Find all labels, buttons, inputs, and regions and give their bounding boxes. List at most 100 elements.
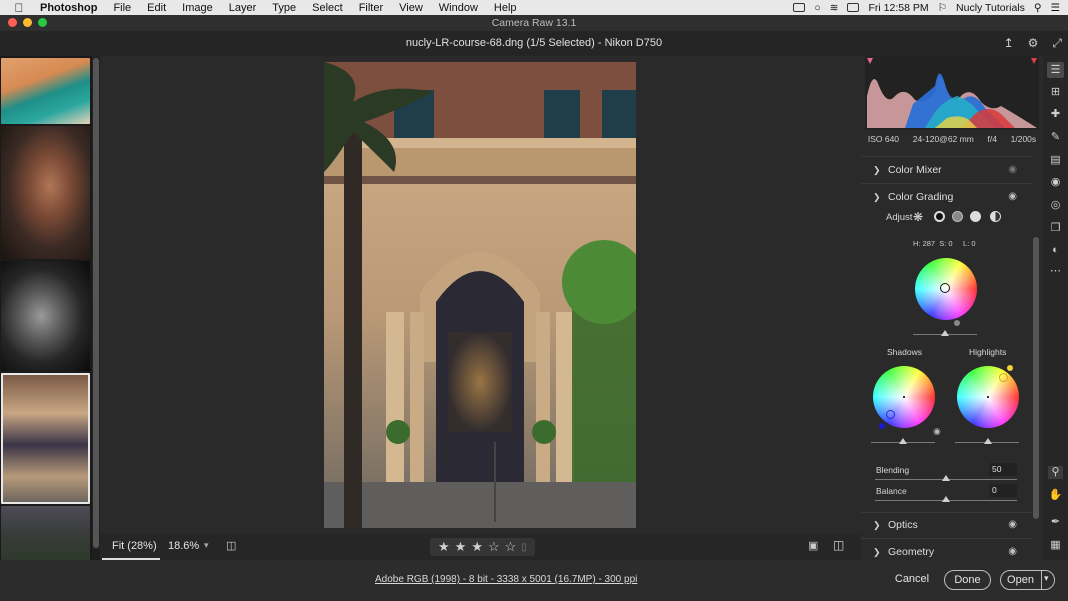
minimize-window-button[interactable] [23, 18, 32, 27]
blending-thumb[interactable] [942, 475, 950, 481]
shadow-clip-warning-icon[interactable] [867, 58, 873, 64]
blending-label: Blending [876, 465, 910, 475]
thumbnail-portrait-bw[interactable] [1, 261, 90, 371]
midtones-wheel-handle[interactable] [940, 283, 950, 293]
highlights-hue-handle[interactable] [1007, 365, 1013, 371]
blending-value-input[interactable]: 50 [989, 463, 1017, 476]
spotlight-search-icon[interactable]: ⚲ [1034, 2, 1042, 14]
zoom-tool-icon[interactable]: ⚲ [1048, 466, 1063, 479]
shadows-color-wheel[interactable] [873, 366, 935, 428]
hand-tool-icon[interactable]: ✋ [1048, 489, 1063, 502]
section-optics[interactable]: ❯ Optics ◉ [861, 514, 1031, 536]
highlights-mode-icon[interactable] [970, 211, 981, 222]
star-rating[interactable]: ★ ★ ★ ☆ ☆ ▯ [430, 538, 535, 556]
clock-text[interactable]: Fri 12:58 PM [868, 2, 928, 14]
save-image-icon[interactable]: ↥ [1004, 31, 1014, 56]
midtones-luminance-thumb[interactable] [941, 330, 949, 336]
workflow-options-link[interactable]: Adobe RGB (1998) - 8 bit - 3338 x 5001 (… [375, 574, 637, 585]
thumbnail-landscape[interactable] [1, 506, 90, 560]
thumbnail-portrait-veil[interactable] [1, 126, 90, 259]
trash-icon[interactable]: ▯ [521, 542, 527, 553]
radial-gradient-icon[interactable]: ◉ [1048, 176, 1063, 189]
settings-gear-icon[interactable]: ⚙ [1028, 31, 1039, 56]
creative-cloud-icon[interactable]: ○ [814, 2, 820, 14]
close-window-button[interactable] [8, 18, 17, 27]
star-4-icon[interactable]: ☆ [488, 539, 500, 555]
menu-layer[interactable]: Layer [229, 2, 257, 14]
chevron-down-icon[interactable]: ▾ [204, 540, 209, 551]
menu-select[interactable]: Select [312, 2, 343, 14]
control-center-icon[interactable]: ☰ [1051, 2, 1060, 14]
shadows-mode-icon[interactable] [934, 211, 945, 222]
fullscreen-icon[interactable]: ⤢ [1052, 31, 1062, 56]
visibility-eye-icon[interactable]: ◉ [1008, 186, 1017, 208]
panel-scrollbar[interactable] [1033, 237, 1039, 519]
open-button-label: Open [1007, 574, 1034, 586]
shadows-wheel-handle[interactable] [886, 410, 895, 419]
visibility-eye-icon[interactable]: ◉ [1008, 541, 1017, 560]
apple-icon[interactable]:  [10, 1, 28, 15]
done-button[interactable]: Done [944, 570, 991, 590]
menu-filter[interactable]: Filter [359, 2, 383, 14]
star-5-icon[interactable]: ☆ [505, 539, 517, 555]
midtones-hue-handle[interactable] [954, 320, 960, 326]
three-way-icon[interactable]: ❋ [913, 210, 923, 224]
star-1-icon[interactable]: ★ [438, 539, 450, 555]
healing-icon[interactable]: ✚ [1048, 108, 1063, 121]
filmstrip-scrollbar[interactable] [92, 56, 100, 550]
screen-record-icon[interactable] [793, 3, 806, 12]
linear-gradient-icon[interactable]: ▤ [1048, 154, 1063, 167]
thumbnail-building-selected[interactable] [1, 373, 90, 504]
zoom-window-button[interactable] [38, 18, 47, 27]
image-canvas[interactable] [100, 56, 861, 534]
highlights-color-wheel[interactable] [957, 366, 1019, 428]
shadows-luminance-thumb[interactable] [899, 438, 907, 444]
highlight-clip-warning-icon[interactable] [1031, 58, 1037, 64]
section-geometry[interactable]: ❯ Geometry ◉ [861, 541, 1031, 560]
cancel-button[interactable]: Cancel [890, 570, 934, 590]
crop-icon[interactable]: ⊞ [1048, 86, 1063, 99]
menu-type[interactable]: Type [272, 2, 296, 14]
visibility-eye-icon[interactable]: ◉ [1008, 159, 1017, 181]
snapshots-icon[interactable]: ❐ [1048, 222, 1063, 235]
fit-zoom-button[interactable]: Fit (28%) [112, 540, 157, 552]
star-2-icon[interactable]: ★ [455, 539, 467, 555]
global-mode-icon[interactable] [990, 211, 1001, 222]
presets-icon[interactable]: ◐ [1048, 244, 1063, 257]
more-options-icon[interactable]: ⋯ [1048, 265, 1063, 278]
view-mode-icon[interactable]: ▣ [808, 539, 818, 552]
menu-edit[interactable]: Edit [147, 2, 166, 14]
balance-value-input[interactable]: 0 [989, 484, 1017, 497]
thumbnail-beach[interactable] [1, 58, 90, 124]
edit-sliders-icon[interactable]: ☰ [1047, 62, 1064, 78]
brush-icon[interactable]: ✎ [1048, 131, 1063, 144]
red-eye-icon[interactable]: ◎ [1048, 199, 1063, 212]
midtones-color-wheel[interactable] [915, 258, 977, 320]
menu-app[interactable]: Photoshop [40, 2, 97, 14]
chevron-down-icon[interactable]: ▾ [1044, 573, 1049, 584]
before-after-icon[interactable]: ◫ [833, 538, 844, 552]
visibility-eye-icon[interactable]: ◉ [1008, 514, 1017, 536]
zoom-level-dropdown[interactable]: 18.6% [168, 540, 199, 552]
shadows-hue-handle[interactable] [879, 423, 885, 429]
filmstrip-toggle-icon[interactable]: ◫ [226, 539, 236, 552]
grid-icon[interactable]: ▦ [1048, 539, 1063, 552]
midtones-mode-icon[interactable] [952, 211, 963, 222]
highlights-luminance-thumb[interactable] [984, 438, 992, 444]
star-3-icon[interactable]: ★ [471, 539, 483, 555]
section-color-mixer[interactable]: ❯ Color Mixer ◉ [861, 159, 1031, 181]
eyedropper-icon[interactable]: ✒ [1048, 516, 1063, 529]
section-color-grading[interactable]: ❯ Color Grading ◉ [861, 186, 1031, 208]
menu-image[interactable]: Image [182, 2, 213, 14]
highlights-wheel-handle[interactable] [999, 373, 1008, 382]
menu-view[interactable]: View [399, 2, 423, 14]
menu-file[interactable]: File [113, 2, 131, 14]
dialog-footer: Adobe RGB (1998) - 8 bit - 3338 x 5001 (… [0, 560, 1068, 601]
airplay-icon[interactable] [847, 3, 860, 12]
user-name[interactable]: Nucly Tutorials [956, 2, 1025, 14]
menu-help[interactable]: Help [494, 2, 517, 14]
visibility-eye-icon[interactable]: ◉ [933, 426, 941, 437]
menu-window[interactable]: Window [439, 2, 478, 14]
balance-thumb[interactable] [942, 496, 950, 502]
wifi-icon[interactable]: ≋ [830, 2, 839, 14]
